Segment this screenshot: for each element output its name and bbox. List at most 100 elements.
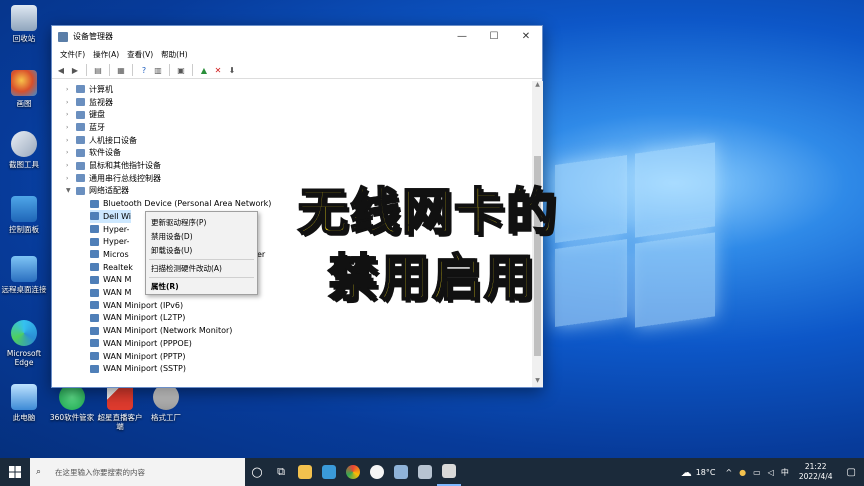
tree-item-label: Micros	[103, 249, 129, 259]
network-adapter-item[interactable]: WAN Miniport (SSTP)	[90, 362, 186, 375]
device-view-icon[interactable]: ▥	[152, 64, 164, 76]
tree-item-label: Hyper-	[103, 237, 130, 247]
network-adapter-item[interactable]: WAN Miniport (Network Monitor)	[90, 324, 232, 337]
clock-time: 21:22	[804, 462, 827, 471]
network-adapter-item[interactable]: WAN Miniport (L2TP)	[90, 312, 185, 325]
ctx-separator	[149, 259, 254, 260]
scroll-down-icon[interactable]: ▼	[532, 377, 543, 387]
desktop-icon-this-pc[interactable]: 此电脑	[0, 384, 48, 422]
console-tree-icon[interactable]: ▤	[92, 64, 104, 76]
expand-arrow-icon[interactable]: ›	[66, 137, 76, 144]
clock[interactable]: 21:22 2022/4/4	[793, 462, 839, 482]
taskbar-device-manager[interactable]	[437, 458, 461, 486]
device-category-item[interactable]: ▼ 网络适配器	[66, 185, 129, 198]
device-category-item[interactable]: › 软件设备	[66, 147, 121, 160]
desktop-icon-format-factory[interactable]: 格式工厂	[142, 384, 190, 422]
network-adapter-icon	[90, 275, 99, 284]
task-view-button[interactable]: ⧉	[269, 458, 293, 486]
expand-arrow-icon[interactable]: ›	[66, 86, 76, 93]
toolbar-separator	[169, 64, 170, 76]
menu-view[interactable]: 查看(V)	[123, 49, 157, 60]
desktop-icon-snipping-tool[interactable]: 截图工具	[0, 131, 48, 169]
ctx-uninstall-device[interactable]: 卸载设备(U)	[151, 245, 192, 256]
desktop-icon-edge[interactable]: Microsoft Edge	[0, 320, 48, 367]
desktop-icon-control-panel[interactable]: 控制面板	[0, 196, 48, 234]
help-icon[interactable]: ?	[138, 64, 150, 76]
network-adapter-item[interactable]: Hyper-	[90, 235, 129, 248]
network-adapter-item[interactable]: Dell Wi	[90, 210, 132, 223]
network-adapter-icon	[90, 288, 99, 297]
network-adapter-item[interactable]: WAN Miniport (PPPOE)	[90, 337, 192, 350]
taskbar-file-explorer[interactable]	[293, 458, 317, 486]
device-category-item[interactable]: › 监视器	[66, 96, 113, 109]
expand-arrow-icon[interactable]: ›	[66, 99, 76, 106]
expand-arrow-icon[interactable]: ›	[66, 175, 76, 182]
network-adapter-item[interactable]: Realtek	[90, 261, 133, 274]
notification-icon[interactable]: ▢	[839, 467, 864, 478]
system-tray: ☁ 18°C ^ ● ▭ ◁ 中 21:22 2022/4/4 ▢	[681, 458, 864, 486]
start-button[interactable]	[0, 458, 30, 486]
device-category-item[interactable]: › 人机接口设备	[66, 134, 137, 147]
uninstall-icon[interactable]: ✕	[212, 64, 224, 76]
ctx-disable-device[interactable]: 禁用设备(D)	[151, 231, 193, 242]
tree-item-label: 通用串行总线控制器	[89, 173, 161, 183]
ctx-update-driver[interactable]: 更新驱动程序(P)	[151, 217, 206, 228]
device-category-item[interactable]: › 通用串行总线控制器	[66, 172, 161, 185]
expand-arrow-icon[interactable]: ›	[66, 111, 76, 118]
task-view-cortana-button[interactable]: ○	[245, 458, 269, 486]
app-tray-icon[interactable]: ●	[739, 468, 746, 477]
weather-cloud-icon[interactable]: ☁	[681, 466, 692, 479]
network-adapter-icon	[90, 212, 99, 221]
properties-icon[interactable]: ▦	[115, 64, 127, 76]
menu-help[interactable]: 帮助(H)	[157, 49, 192, 60]
input-method-indicator[interactable]: 中	[781, 467, 789, 478]
close-button[interactable]: ✕	[510, 26, 542, 47]
taskbar-search-box[interactable]: ⌕ 在这里输入你要搜索的内容	[30, 458, 245, 486]
taskbar-app-snip[interactable]	[413, 458, 437, 486]
taskbar-app-remote[interactable]	[389, 458, 413, 486]
maximize-button[interactable]: ☐	[478, 26, 510, 47]
network-adapter-item[interactable]: Bluetooth Device (Personal Area Network)	[90, 197, 271, 210]
expand-arrow-icon[interactable]: ›	[66, 162, 76, 169]
taskbar-office[interactable]	[365, 458, 389, 486]
desktop-icon-recycle-bin[interactable]: 回收站	[0, 5, 48, 43]
network-adapter-item[interactable]: WAN Miniport (PPTP)	[90, 350, 185, 363]
device-category-item[interactable]: › 键盘	[66, 108, 105, 121]
desktop-icon-paint[interactable]: 画图	[0, 70, 48, 108]
show-hidden-icons-icon[interactable]: ^	[725, 468, 732, 477]
clock-date: 2022/4/4	[798, 472, 833, 481]
context-menu: 更新驱动程序(P) 禁用设备(D) 卸载设备(U) 扫描检测硬件改动(A) 属性…	[145, 211, 258, 295]
network-icon[interactable]: ▭	[753, 468, 761, 477]
search-placeholder: 在这里输入你要搜索的内容	[55, 467, 145, 477]
desktop-icon-360[interactable]: 360软件管家	[48, 384, 96, 422]
back-icon[interactable]: ◀	[55, 64, 67, 76]
title-bar[interactable]: 设备管理器 — ☐ ✕	[52, 26, 542, 47]
desktop-icon-remote-desktop[interactable]: 远程桌面连接	[0, 256, 48, 294]
update-driver-icon[interactable]: ▲	[198, 64, 210, 76]
download-icon[interactable]: ⬇	[226, 64, 238, 76]
device-category-item[interactable]: › 计算机	[66, 83, 113, 96]
menu-action[interactable]: 操作(A)	[89, 49, 123, 60]
network-adapter-item[interactable]: WAN M	[90, 274, 131, 287]
taskbar-app-gallery[interactable]	[317, 458, 341, 486]
expand-arrow-icon[interactable]: ›	[66, 149, 76, 156]
scroll-up-icon[interactable]: ▲	[532, 81, 543, 91]
network-adapter-item[interactable]: WAN Miniport (IPv6)	[90, 299, 183, 312]
device-category-item[interactable]: › 蓝牙	[66, 121, 105, 134]
expand-arrow-icon[interactable]: ›	[66, 124, 76, 131]
weather-temperature[interactable]: 18°C	[696, 468, 716, 477]
ctx-scan-hardware[interactable]: 扫描检测硬件改动(A)	[151, 263, 222, 274]
taskbar-chrome[interactable]	[341, 458, 365, 486]
scan-hardware-icon[interactable]: ▣	[175, 64, 187, 76]
ctx-properties[interactable]: 属性(R)	[151, 281, 179, 292]
desktop-icon-chaoxing[interactable]: 超星直播客户端	[96, 384, 144, 431]
collapse-arrow-icon[interactable]: ▼	[66, 187, 76, 194]
device-category-item[interactable]: › 鼠标和其他指针设备	[66, 159, 161, 172]
network-adapter-item[interactable]: Hyper-	[90, 223, 129, 236]
volume-icon[interactable]: ◁	[768, 468, 774, 477]
network-adapter-item[interactable]: WAN M	[90, 286, 131, 299]
forward-icon[interactable]: ▶	[69, 64, 81, 76]
remote-app-icon	[394, 465, 408, 479]
minimize-button[interactable]: —	[446, 26, 478, 47]
menu-file[interactable]: 文件(F)	[56, 49, 89, 60]
